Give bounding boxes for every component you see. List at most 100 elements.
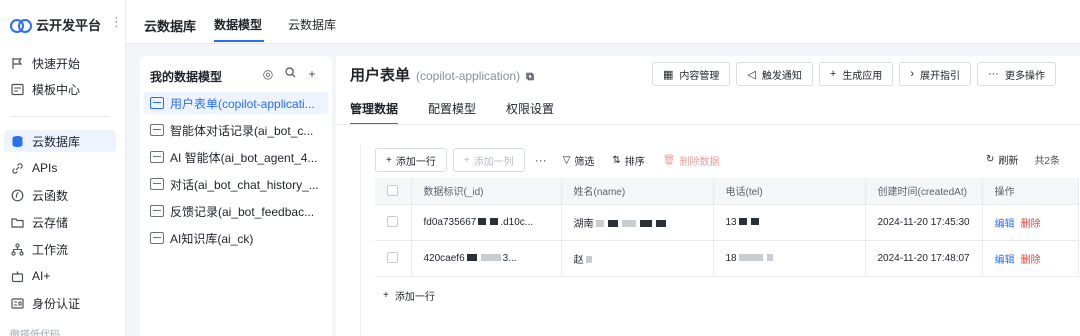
more-icon[interactable]: ··· [531,153,551,167]
cell-id[interactable]: 420caef6 3... [411,240,562,277]
model-item[interactable]: 反馈记录(ai_bot_feedbac... [144,200,328,222]
filter-button[interactable]: ▽ 筛选 [557,153,601,168]
more-vertical-icon[interactable]: ⋮ [110,14,123,30]
nav-item-ai[interactable]: AI+ [10,265,116,287]
add-row-button[interactable]: + 添加一行 [375,148,447,172]
nav-item-label: 工作流 [32,242,69,257]
database-icon [10,134,24,148]
sort-button[interactable]: ⇅ 排序 [606,153,650,168]
row-actions: 编辑 删除 [982,240,1079,277]
cell-tel[interactable]: 18 [713,240,866,277]
button-label: 添加一列 [473,156,514,168]
nav-item-storage[interactable]: 云存储 [10,211,116,233]
delete-link[interactable]: 删除 [1021,219,1041,230]
delete-link[interactable]: 删除 [1021,255,1041,266]
add-icon[interactable]: + [305,67,319,81]
model-list-tools: ◎ + [261,67,319,81]
data-grid: + 添加一行 + 添加一列 ··· ▽ 筛选 ⇅ 排序 🗑 删除数据 ↻ 刷新 … [360,144,1080,336]
content-manage-button[interactable]: ▦ 内容管理 [652,62,731,86]
nav-item-workflow[interactable]: 工作流 [10,238,116,260]
grid-toolbar-right: ↻ 刷新 共2条 [986,152,1060,167]
table-row: 420caef6 3... 赵 18 2024-11-20 17:48:07 编辑… [375,240,1079,277]
left-nav: 云开发平台 ⋮ 快速开始 模板中心 云数据库 APIs 云函数 云存储 工作流 … [0,0,126,336]
cell-created[interactable]: 2024-11-20 17:45:30 [865,204,983,241]
plus-icon: + [829,68,837,80]
trigger-notify-button[interactable]: ◁ 触发通知 [736,62,813,86]
nav-item-label: APIs [32,161,58,175]
nav-item-functions[interactable]: 云函数 [10,184,116,206]
table-icon [150,232,164,244]
expand-guide-button[interactable]: › 展开指引 [899,62,971,86]
header-actions: ▦ 内容管理 ◁ 触发通知 + 生成应用 › 展开指引 ··· 更多操作 [652,62,1056,86]
nav-item-label: 云数据库 [32,134,81,149]
table-icon [150,178,164,190]
edit-link[interactable]: 编辑 [995,219,1015,230]
table-icon [150,97,164,109]
nav-item-templates[interactable]: 模板中心 [10,78,116,100]
edit-link[interactable]: 编辑 [995,255,1015,266]
nav-item-quickstart[interactable]: 快速开始 [10,52,116,74]
search-icon[interactable] [283,67,297,81]
nav-item-apis[interactable]: APIs [10,157,116,179]
content-manage-icon: ▦ [663,68,674,81]
add-row-link[interactable]: + 添加一行 [383,288,435,303]
active-tab-indicator [214,40,264,42]
nav-item-label: AI+ [32,269,51,283]
data-table: 数据标识(_id) 姓名(name) 电话(tel) 创建时间(createdA… [375,178,1079,277]
brand[interactable]: 云开发平台 [10,12,101,36]
tab-data-model[interactable]: 数据模型 [214,16,262,33]
column-header[interactable]: 姓名(name) [561,178,714,205]
cell-name[interactable]: 赵 [561,240,714,277]
top-bar: 云数据库 数据模型 云数据库 [126,0,1080,44]
cell-name[interactable]: 湖南 [561,204,714,241]
nav-item-database[interactable]: 云数据库 [4,130,116,152]
select-all-checkbox[interactable] [375,178,412,205]
plus-icon: + [386,154,392,166]
more-actions-button[interactable]: ··· 更多操作 [976,62,1056,86]
row-checkbox[interactable] [375,240,412,277]
tab-config-model[interactable]: 配置模型 [428,100,476,125]
model-item-label: 用户表单(copilot-applicati... [170,96,315,111]
add-column-button[interactable]: + 添加一列 [452,148,525,172]
table-row: fd0a735667 .d10c... 湖南 13 2024-11-20 17:4… [375,204,1079,241]
model-item[interactable]: AI 智能体(ai_bot_agent_4... [144,146,328,168]
cell-created[interactable]: 2024-11-20 17:48:07 [865,240,983,277]
model-item-label: AI知识库(ai_ck) [170,231,254,246]
nav-item-label: 模板中心 [32,82,81,97]
api-icon [10,161,24,175]
button-label: 筛选 [574,156,595,168]
refresh-button[interactable]: ↻ 刷新 [986,152,1018,167]
template-icon [10,82,24,96]
cell-tel[interactable]: 13 [713,204,866,241]
settings-icon[interactable]: ◎ [261,67,275,81]
generate-app-button[interactable]: + 生成应用 [818,62,894,86]
row-checkbox[interactable] [375,204,412,241]
main-panel: 用户表单 (copilot-application) ⧉ ▦ 内容管理 ◁ 触发… [336,56,1080,336]
tab-permissions[interactable]: 权限设置 [506,100,554,125]
model-item[interactable]: AI知识库(ai_ck) [144,227,328,249]
sort-icon: ⇅ [612,154,621,166]
model-item-label: 反馈记录(ai_bot_feedbac... [170,204,315,219]
model-tabs: 管理数据 配置模型 权限设置 [350,100,554,125]
chevron-right-icon: › [910,68,914,80]
column-header[interactable]: 电话(tel) [713,178,866,205]
button-label: 生成应用 [842,70,883,82]
model-item[interactable]: 智能体对话记录(ai_bot_c... [144,119,328,141]
row-actions: 编辑 删除 [982,204,1079,241]
ai-robot-icon [10,269,24,283]
column-header[interactable]: 数据标识(_id) [411,178,562,205]
column-header[interactable]: 创建时间(createdAt) [865,178,983,205]
tab-cloud-database[interactable]: 云数据库 [288,16,336,33]
cell-id[interactable]: fd0a735667 .d10c... [411,204,562,241]
model-item[interactable]: 用户表单(copilot-applicati... [144,92,328,114]
button-label: 内容管理 [679,70,720,82]
delete-data-button[interactable]: 🗑 删除数据 [657,153,726,168]
nav-item-auth[interactable]: 身份认证 [10,292,116,314]
table-icon [150,124,164,136]
button-label: 更多操作 [1004,70,1045,82]
tab-manage-data[interactable]: 管理数据 [350,100,399,125]
button-label: 刷新 [998,156,1019,167]
divider [336,124,1080,125]
copy-icon[interactable]: ⧉ [526,71,534,84]
model-item[interactable]: 对话(ai_bot_chat_history_... [144,173,328,195]
